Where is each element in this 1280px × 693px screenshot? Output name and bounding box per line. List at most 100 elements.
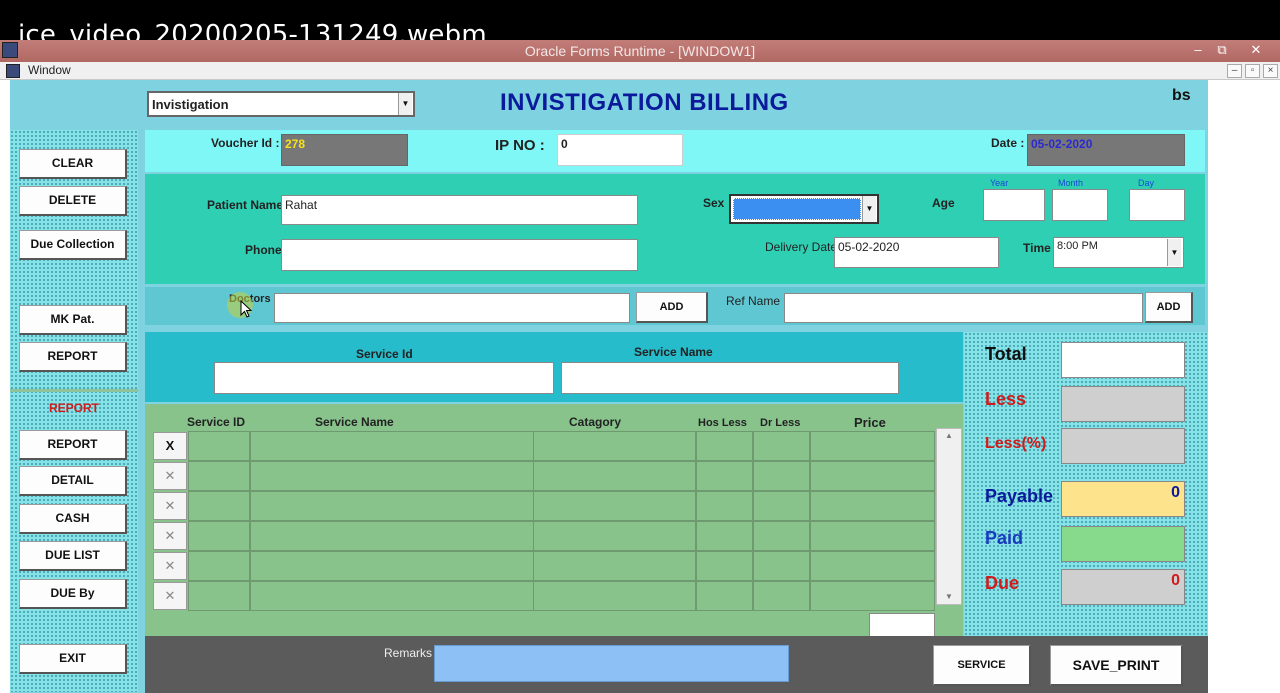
grid-cell[interactable] (250, 491, 534, 521)
grid-cell[interactable] (188, 431, 250, 461)
grid-cell[interactable] (810, 551, 935, 581)
menu-window[interactable]: Window (28, 63, 71, 77)
scroll-up-icon[interactable]: ▲ (936, 428, 962, 444)
report-heading: REPORT (48, 401, 99, 415)
grid-cell[interactable] (533, 461, 696, 491)
phone-field[interactable] (281, 239, 638, 271)
chevron-down-icon[interactable]: ▼ (398, 93, 412, 115)
row-delete-button[interactable]: ✕ (153, 552, 187, 580)
grid-cell[interactable] (810, 431, 935, 461)
mk-pat-button[interactable]: MK Pat. (19, 305, 127, 335)
grid-cell[interactable] (188, 551, 250, 581)
payable-field[interactable]: 0 (1061, 481, 1185, 517)
minimize-button[interactable]: – (1188, 41, 1208, 59)
due-field[interactable]: 0 (1061, 569, 1185, 605)
grid-cell[interactable] (188, 521, 250, 551)
detail-button[interactable]: DETAIL (19, 466, 127, 496)
grid-cell[interactable] (753, 581, 810, 611)
grid-cell[interactable] (533, 491, 696, 521)
grid-cell[interactable] (753, 491, 810, 521)
sex-label: Sex (703, 196, 725, 210)
less-field[interactable] (1061, 386, 1185, 422)
grid-cell[interactable] (533, 431, 696, 461)
delete-button[interactable]: DELETE (19, 186, 127, 216)
delivery-date-field[interactable]: 05-02-2020 (834, 237, 999, 268)
grid-total-field[interactable] (869, 613, 935, 637)
service-button[interactable]: SERVICE (933, 645, 1031, 686)
due-by-button[interactable]: DUE By (19, 579, 127, 609)
grid-cell[interactable] (250, 581, 534, 611)
inner-restore-icon[interactable]: ▫ (1245, 64, 1260, 78)
grid-cell[interactable] (250, 521, 534, 551)
clear-button[interactable]: CLEAR (19, 149, 127, 179)
grid-cell[interactable] (810, 491, 935, 521)
grid-cell[interactable] (696, 491, 753, 521)
due-list-button[interactable]: DUE LIST (19, 541, 127, 571)
row-delete-button[interactable]: ✕ (153, 462, 187, 490)
grid-cell[interactable] (753, 551, 810, 581)
grid-cell[interactable] (188, 461, 250, 491)
inner-close-icon[interactable]: × (1263, 64, 1278, 78)
grid-cell[interactable] (250, 461, 534, 491)
grid-scrollbar[interactable] (936, 428, 962, 605)
grid-cell[interactable] (696, 551, 753, 581)
sex-chevron-down-icon[interactable]: ▼ (862, 196, 876, 222)
scroll-down-icon[interactable]: ▼ (936, 589, 962, 605)
grid-cell[interactable] (753, 431, 810, 461)
grid-cell[interactable] (188, 491, 250, 521)
age-day-field[interactable] (1129, 189, 1185, 221)
grid-cell[interactable] (810, 581, 935, 611)
grid-cell[interactable] (696, 461, 753, 491)
delivery-date-label: Delivery Date (765, 240, 838, 254)
module-select-value: Invistigation (152, 97, 229, 112)
date-field[interactable]: 05-02-2020 (1027, 134, 1185, 166)
ref-name-label: Ref Name (726, 294, 781, 308)
grid-cell[interactable] (810, 521, 935, 551)
save-print-button[interactable]: SAVE_PRINT (1050, 645, 1183, 686)
exit-button[interactable]: EXIT (19, 644, 127, 674)
grid-cell[interactable] (753, 461, 810, 491)
doctors-field[interactable] (274, 293, 630, 323)
grid-cell[interactable] (533, 551, 696, 581)
add-ref-button[interactable]: ADD (1145, 292, 1193, 323)
age-year-field[interactable] (983, 189, 1045, 221)
grid-cell[interactable] (533, 581, 696, 611)
patient-name-field[interactable]: Rahat (281, 195, 638, 225)
report-button[interactable]: REPORT (19, 430, 127, 460)
report-button-top[interactable]: REPORT (19, 342, 127, 372)
module-select[interactable]: Invistigation (147, 91, 415, 117)
grid-cell[interactable] (810, 461, 935, 491)
voucher-id-field[interactable]: 278 (281, 134, 408, 166)
close-button[interactable]: ✕ (1246, 41, 1266, 59)
remarks-field[interactable] (434, 645, 789, 682)
ip-no-field[interactable]: 0 (557, 134, 683, 166)
time-chevron-down-icon[interactable]: ▼ (1167, 239, 1181, 266)
cash-button[interactable]: CASH (19, 504, 127, 534)
age-month-field[interactable] (1052, 189, 1108, 221)
due-collection-button[interactable]: Due Collection (19, 230, 127, 260)
less-percent-field[interactable] (1061, 428, 1185, 464)
service-id-field[interactable] (214, 362, 554, 394)
grid-cell[interactable] (250, 431, 534, 461)
grid-cell[interactable] (188, 581, 250, 611)
grid-cell[interactable] (696, 521, 753, 551)
col-service-id: Service ID (187, 415, 246, 429)
add-doctor-button[interactable]: ADD (636, 292, 708, 323)
total-field[interactable] (1061, 342, 1185, 378)
row-delete-button[interactable]: ✕ (153, 522, 187, 550)
time-select[interactable]: 8:00 PM (1053, 237, 1184, 268)
row-delete-button[interactable]: ✕ (153, 492, 187, 520)
ref-name-field[interactable] (784, 293, 1143, 323)
paid-field[interactable] (1061, 526, 1185, 562)
row-delete-button[interactable]: ✕ (153, 582, 187, 610)
grid-cell[interactable] (533, 521, 696, 551)
grid-cell[interactable] (696, 431, 753, 461)
grid-cell[interactable] (753, 521, 810, 551)
inner-minimize-icon[interactable]: – (1227, 64, 1242, 78)
maximize-button[interactable]: ⧉ (1212, 41, 1232, 59)
service-name-field[interactable] (561, 362, 899, 394)
grid-cell[interactable] (696, 581, 753, 611)
sex-select[interactable] (729, 194, 879, 224)
grid-cell[interactable] (250, 551, 534, 581)
row-delete-button[interactable]: X (153, 432, 187, 460)
